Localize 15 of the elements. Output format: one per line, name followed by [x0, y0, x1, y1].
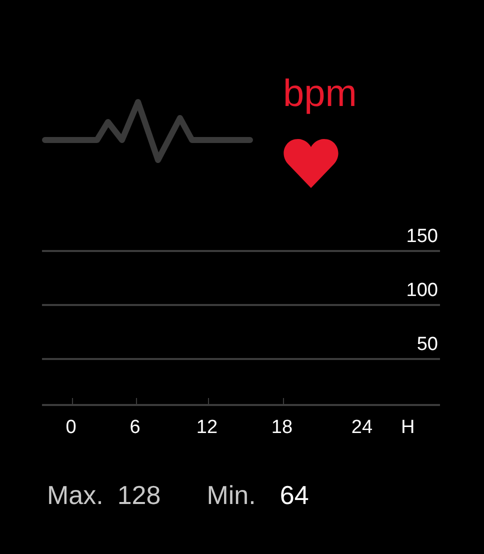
x-axis-unit: H	[401, 417, 415, 439]
stat-value: 64	[280, 479, 309, 512]
stat-label: Min.	[206, 479, 256, 512]
x-axis-label: 6	[130, 417, 140, 439]
x-axis-label: 12	[196, 417, 218, 439]
y-axis-label: 100	[406, 280, 438, 302]
stat-label: Max.	[47, 479, 104, 512]
x-axis-label: 0	[66, 417, 76, 439]
bpm-label: bpm	[283, 72, 357, 116]
y-axis-label: 50	[416, 334, 438, 356]
y-axis-label: 150	[406, 226, 438, 248]
heart-icon	[283, 138, 339, 188]
x-axis-label: 24	[351, 417, 373, 439]
stat-value: 128	[117, 479, 161, 512]
x-axis-label: 18	[271, 417, 293, 439]
